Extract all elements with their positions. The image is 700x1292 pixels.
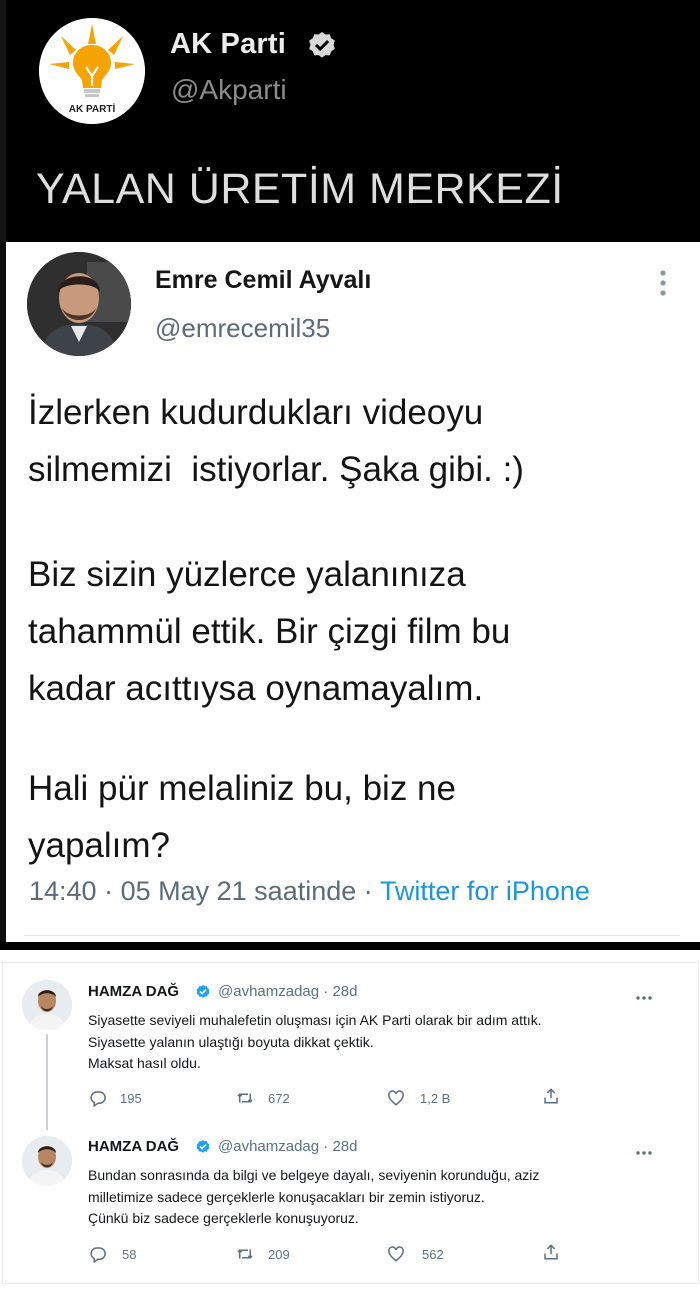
hamza-name[interactable]: HAMZA DAĞ xyxy=(88,1138,179,1155)
panel-separator xyxy=(0,942,700,950)
hamza-avatar[interactable] xyxy=(22,1136,72,1186)
handle-text[interactable]: @avhamzadag xyxy=(218,983,319,1000)
akparti-handle[interactable]: @Akparti xyxy=(171,74,287,106)
tweet-line: Siyasette yalanın ulaştığı boyuta dikkat… xyxy=(88,1033,374,1050)
tweet-line: Bundan sonrasında da bilgi ve belgeye da… xyxy=(88,1167,540,1183)
akparti-logo: AK PARTİ xyxy=(39,18,145,124)
like-count: 1,2 B xyxy=(420,1091,451,1106)
tweet-line: milletimize sadece gerçeklerle konuşacak… xyxy=(88,1188,485,1205)
tweet-paragraph: Biz sizin yüzlerce yalanınıza tahammül e… xyxy=(28,546,510,717)
quoted-slogan: YALAN ÜRETİM MERKEZİ xyxy=(36,165,564,213)
hamza-handle[interactable]: @avhamzadag · 28d xyxy=(218,1138,358,1155)
handle-text[interactable]: @avhamzadag xyxy=(218,1138,319,1155)
retweet-icon[interactable] xyxy=(236,1089,254,1107)
tweet-line: Çünkü biz sadece gerçeklerle konuşuyoruz… xyxy=(88,1210,359,1226)
share-icon[interactable] xyxy=(542,1087,560,1105)
verified-badge-icon xyxy=(195,1139,211,1155)
meta-separator: · xyxy=(363,876,373,906)
like-icon[interactable] xyxy=(387,1245,405,1263)
tweet-line: tahammül ettik. Bir çizgi film bu xyxy=(28,612,511,651)
divider xyxy=(24,935,680,936)
tweet-line: Biz sizin yüzlerce yalanınıza xyxy=(28,555,466,594)
tweet-text: Bundan sonrasında da bilgi ve belgeye da… xyxy=(88,1165,539,1230)
tweet-line: yapalım? xyxy=(28,826,171,865)
akparti-name[interactable]: AK Parti xyxy=(170,28,286,61)
emre-handle[interactable]: @emrecemil35 xyxy=(155,313,330,344)
more-vertical-icon[interactable] xyxy=(655,268,671,298)
retweet-icon[interactable] xyxy=(236,1245,254,1263)
verified-badge-icon xyxy=(306,30,338,62)
verified-badge-icon xyxy=(195,984,211,1000)
tweet-line: silmemizi istiyorlar. Şaka gibi. :) xyxy=(28,450,524,489)
tweet-line: kadar acıttıysa oynamayalım. xyxy=(28,669,484,708)
panel-edge xyxy=(0,0,6,242)
tweet-age[interactable]: · 28d xyxy=(323,1138,357,1155)
reply-count: 195 xyxy=(120,1091,142,1106)
tweet-line: Maksat hasıl oldu. xyxy=(88,1055,201,1071)
more-horizontal-icon[interactable] xyxy=(635,1143,653,1155)
tweet-meta: 14:40 · 05 May 21 saatinde · Twitter for… xyxy=(29,876,590,907)
reply-icon[interactable] xyxy=(89,1245,107,1264)
hamza-handle[interactable]: @avhamzadag · 28d xyxy=(218,983,358,1000)
reply-count: 58 xyxy=(122,1247,137,1262)
tweet-age[interactable]: · 28d xyxy=(323,983,357,1000)
tweet-time[interactable]: 14:40 xyxy=(29,876,97,906)
meta-separator: · xyxy=(104,876,114,906)
like-icon[interactable] xyxy=(387,1089,405,1107)
tweet-text: Siyasette seviyeli muhalefetin oluşması … xyxy=(88,1010,542,1075)
tweet-date[interactable]: 05 May 21 saatinde xyxy=(121,876,357,906)
tweet-line: İzlerken kudurdukları videoyu xyxy=(28,393,484,432)
retweet-count: 672 xyxy=(268,1091,290,1106)
share-icon[interactable] xyxy=(542,1243,560,1261)
tweet-paragraph: İzlerken kudurdukları videoyu silmemizi … xyxy=(28,384,524,498)
akparti-logo-text: AK PARTİ xyxy=(69,102,116,115)
hamza-name[interactable]: HAMZA DAĞ xyxy=(88,983,179,1000)
panel-edge xyxy=(0,242,6,948)
akparti-avatar[interactable]: AK PARTİ xyxy=(39,18,145,124)
tweet-source-link[interactable]: Twitter for iPhone xyxy=(380,876,590,906)
emre-avatar[interactable] xyxy=(27,252,131,356)
emre-name[interactable]: Emre Cemil Ayvalı xyxy=(155,266,371,295)
more-horizontal-icon[interactable] xyxy=(635,988,653,1000)
retweet-count: 209 xyxy=(268,1247,290,1262)
like-count: 562 xyxy=(422,1247,444,1262)
thread-connector xyxy=(46,1034,48,1130)
tweet-line: Siyasette seviyeli muhalefetin oluşması … xyxy=(88,1012,542,1028)
tweet-line: Hali pür melaliniz bu, biz ne xyxy=(28,769,456,808)
hamza-avatar[interactable] xyxy=(22,980,72,1030)
tweet-paragraph: Hali pür melaliniz bu, biz ne yapalım? xyxy=(28,760,456,874)
reply-icon[interactable] xyxy=(89,1089,107,1108)
